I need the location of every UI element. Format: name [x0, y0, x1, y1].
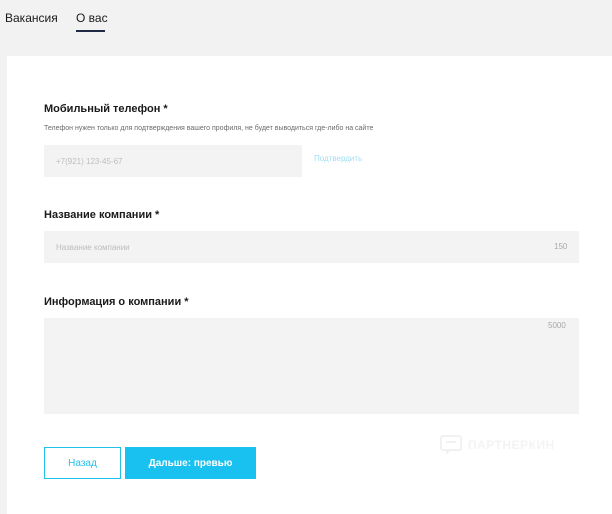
tab-about-you[interactable]: О вас [76, 11, 108, 25]
company-info-textarea[interactable] [44, 318, 579, 414]
company-name-input[interactable] [44, 231, 579, 263]
phone-hint: Телефон нужен только для подтверждения в… [44, 125, 374, 132]
watermark-text: ПАРТНЕРКИН [468, 438, 555, 452]
phone-label-text: Мобильный телефон [44, 103, 161, 115]
confirm-phone-link[interactable]: Подтвердить [314, 154, 362, 163]
required-mark: * [184, 296, 189, 308]
tab-vacancy[interactable]: Вакансия [5, 11, 58, 25]
phone-label: Мобильный телефон * [44, 103, 168, 115]
watermark: ПАРТНЕРКИН [440, 434, 555, 456]
required-mark: * [154, 209, 160, 221]
active-tab-indicator [76, 30, 105, 32]
company-name-label-text: Название компании [44, 209, 152, 221]
next-preview-button[interactable]: Дальше: превью [125, 447, 256, 479]
company-info-label-text: Информация о компании [44, 296, 182, 308]
company-info-char-limit: 5000 [548, 321, 566, 330]
required-mark: * [163, 103, 168, 115]
form-card: Мобильный телефон * Телефон нужен только … [7, 56, 612, 514]
company-info-label: Информация о компании * [44, 296, 189, 308]
company-name-label: Название компании * [44, 209, 159, 221]
company-name-char-limit: 150 [554, 242, 568, 251]
back-button[interactable]: Назад [44, 447, 121, 479]
chat-bubble-logo-icon [440, 435, 462, 455]
phone-input[interactable] [44, 145, 302, 177]
tab-bar: Вакансия О вас [0, 0, 612, 56]
